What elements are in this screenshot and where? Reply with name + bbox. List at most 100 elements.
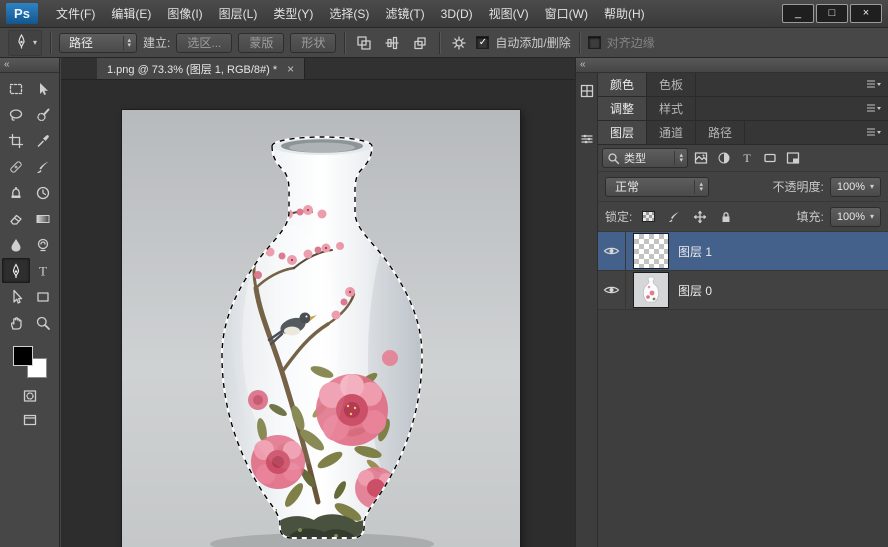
pen-tool[interactable] [2, 258, 30, 283]
quick-selection-tool[interactable] [30, 102, 58, 127]
pen-options-gear-icon[interactable] [448, 33, 470, 53]
screen-mode-button[interactable] [19, 410, 41, 430]
info-panel-icon[interactable] [576, 81, 598, 101]
eyedropper-icon [35, 133, 51, 149]
menu-window[interactable]: 窗口(W) [537, 0, 596, 27]
menu-3d[interactable]: 3D(D) [433, 2, 481, 26]
align-edges-checkbox[interactable] [588, 36, 601, 49]
lock-options-row: 锁定: 填充: 100% ▾ [598, 202, 888, 232]
collapse-tools-icon[interactable]: « [0, 58, 59, 73]
path-alignment-icon[interactable] [381, 33, 403, 53]
tool-mode-value: 路径 [69, 34, 93, 51]
lock-pixels-icon[interactable] [664, 208, 684, 226]
layer-thumbnail-image[interactable] [633, 272, 669, 308]
menu-edit[interactable]: 编辑(E) [103, 0, 159, 27]
lock-position-icon[interactable] [690, 208, 710, 226]
tab-swatches[interactable]: 色板 [647, 73, 696, 96]
minimize-button[interactable]: _ [782, 4, 814, 23]
document-image[interactable] [122, 110, 520, 547]
panel-menu-icon[interactable] [859, 97, 888, 120]
filter-pixel-layers-icon[interactable] [691, 149, 711, 167]
shape-tool[interactable] [30, 284, 58, 309]
tab-channels[interactable]: 通道 [647, 121, 696, 144]
type-tool[interactable]: T [30, 258, 58, 283]
gradient-tool[interactable] [30, 206, 58, 231]
menu-layer[interactable]: 图层(L) [211, 0, 266, 27]
path-arrangement-icon[interactable] [409, 33, 431, 53]
make-selection-button[interactable]: 选区... [176, 33, 232, 53]
layer-thumbnail-transparent[interactable] [633, 233, 669, 269]
menu-image[interactable]: 图像(I) [159, 0, 210, 27]
layer-visibility-toggle[interactable] [598, 271, 626, 309]
lasso-tool[interactable] [2, 102, 30, 127]
layer-visibility-toggle[interactable] [598, 232, 626, 270]
menu-file[interactable]: 文件(F) [48, 0, 103, 27]
path-selection-tool[interactable] [2, 284, 30, 309]
menu-view[interactable]: 视图(V) [481, 0, 537, 27]
blur-tool[interactable] [2, 232, 30, 257]
eyedropper-tool[interactable] [30, 128, 58, 153]
eraser-tool[interactable] [2, 206, 30, 231]
quick-mask-button[interactable] [19, 386, 41, 406]
brush-icon [35, 159, 51, 175]
crop-icon [8, 133, 24, 149]
clone-stamp-tool[interactable] [2, 180, 30, 205]
healing-brush-icon [8, 159, 24, 175]
tool-preset-picker[interactable]: ▾ [8, 30, 42, 56]
tab-layers[interactable]: 图层 [598, 121, 647, 144]
make-shape-button[interactable]: 形状 [290, 33, 336, 53]
tab-styles[interactable]: 样式 [647, 97, 696, 120]
history-brush-tool[interactable] [30, 180, 58, 205]
blend-mode-select[interactable]: 正常 ▴▾ [605, 177, 709, 197]
lock-transparency-icon[interactable] [638, 208, 658, 226]
menu-type[interactable]: 类型(Y) [265, 0, 321, 27]
properties-panel-icon[interactable] [576, 129, 598, 149]
move-tool[interactable] [30, 76, 58, 101]
layer-row-layer-0[interactable]: 图层 0 [598, 271, 888, 310]
foreground-color-swatch[interactable] [13, 346, 33, 366]
panel-menu-icon[interactable] [859, 121, 888, 144]
crop-tool[interactable] [2, 128, 30, 153]
menu-filter[interactable]: 滤镜(T) [377, 0, 432, 27]
vase-image [122, 110, 520, 547]
path-operations-icon[interactable] [353, 33, 375, 53]
eye-icon [603, 245, 620, 257]
panel-menu-icon[interactable] [859, 73, 888, 96]
healing-brush-tool[interactable] [2, 154, 30, 179]
tab-adjustments[interactable]: 调整 [598, 97, 647, 120]
tab-paths[interactable]: 路径 [696, 121, 745, 144]
check-icon: ✓ [479, 38, 487, 48]
auto-add-checkbox[interactable]: ✓ [476, 36, 489, 49]
zoom-tool[interactable] [30, 310, 58, 335]
fill-value-select[interactable]: 100% ▾ [830, 207, 881, 227]
rectangular-marquee-tool[interactable] [2, 76, 30, 101]
opacity-value-select[interactable]: 100% ▾ [830, 177, 881, 197]
right-panel-dock: « 颜色 色板 调整 样式 图层 通道 [575, 58, 888, 547]
collapse-panels-icon[interactable]: « [576, 58, 888, 73]
gradient-icon [35, 211, 51, 227]
dodge-tool[interactable] [30, 232, 58, 257]
hand-tool[interactable] [2, 310, 30, 335]
menu-help[interactable]: 帮助(H) [596, 0, 653, 27]
history-brush-icon [35, 185, 51, 201]
tool-mode-select[interactable]: 路径 ▴▾ [59, 33, 137, 53]
tab-close-icon[interactable]: × [287, 62, 294, 76]
maximize-button[interactable]: □ [816, 4, 848, 23]
filter-smart-objects-icon[interactable] [783, 149, 803, 167]
tab-color[interactable]: 颜色 [598, 73, 647, 96]
filter-adjustment-layers-icon[interactable] [714, 149, 734, 167]
menu-select[interactable]: 选择(S) [321, 0, 377, 27]
move-icon [35, 81, 51, 97]
filter-shape-layers-icon[interactable] [760, 149, 780, 167]
make-mask-button[interactable]: 蒙版 [238, 33, 284, 53]
filter-type-layers-icon[interactable]: T [737, 149, 757, 167]
brush-tool[interactable] [30, 154, 58, 179]
layer-row-layer-1[interactable]: 图层 1 [598, 232, 888, 271]
tool-mode-buttons [0, 386, 59, 430]
separator [439, 32, 440, 54]
layer-filter-type-select[interactable]: 类型 ▴▾ [602, 148, 688, 168]
lock-label: 锁定: [605, 208, 632, 225]
document-tab[interactable]: 1.png @ 73.3% (图层 1, RGB/8#) * × [97, 58, 305, 79]
lock-all-icon[interactable] [716, 208, 736, 226]
close-button[interactable]: × [850, 4, 882, 23]
